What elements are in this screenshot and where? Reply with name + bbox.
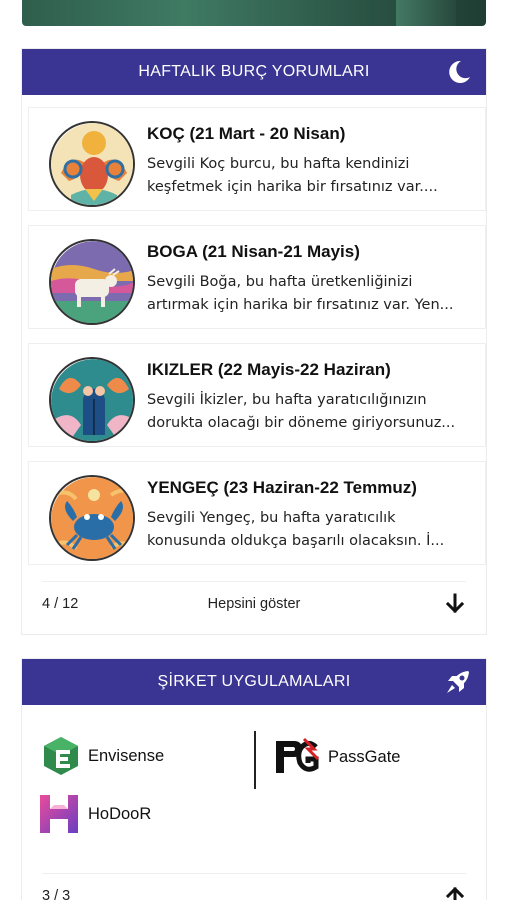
app-passgate[interactable]: PassGate bbox=[274, 737, 400, 777]
company-apps-panel-title: ŞİRKET UYGULAMALARI bbox=[157, 673, 351, 690]
hodoor-logo bbox=[40, 795, 78, 833]
horoscope-panel: HAFTALIK BURÇ YORUMLARI KOÇ (21 Mart - 2… bbox=[21, 48, 487, 635]
envisense-logo bbox=[44, 737, 78, 775]
horoscope-description-line1: Sevgili Boğa, bu hafta üretkenliğinizi bbox=[147, 274, 413, 290]
gemini-avatar bbox=[49, 357, 135, 443]
arrow-up-icon[interactable] bbox=[444, 884, 466, 900]
horoscope-title: YENGEÇ (23 Haziran-22 Temmuz) bbox=[147, 478, 417, 497]
horoscope-pager: 4 / 12 Hepsini göster bbox=[42, 581, 466, 625]
app-label: PassGate bbox=[328, 747, 401, 766]
taurus-avatar bbox=[49, 239, 135, 325]
horoscope-description-line2: artırmak için harika bir fırsatınız var.… bbox=[147, 297, 454, 313]
horoscope-description-line1: Sevgili İkizler, bu hafta yaratıcılığını… bbox=[147, 392, 427, 408]
horoscope-description-line2: dorukta olacağı bir döneme giriyorsunuz.… bbox=[147, 415, 456, 431]
horoscope-title: IKIZLER (22 Mayis-22 Haziran) bbox=[147, 360, 391, 379]
show-all-link[interactable]: Hepsini göster bbox=[42, 596, 466, 612]
horoscope-card-ikizler[interactable]: IKIZLER (22 Mayis-22 Haziran) Sevgili İk… bbox=[28, 343, 486, 447]
horoscope-description-line1: Sevgili Yengeç, bu hafta yaratıcılık bbox=[147, 510, 396, 526]
rocket-icon bbox=[447, 671, 469, 693]
app-hodoor[interactable]: HoDooR bbox=[36, 791, 151, 837]
page-count: 3 / 3 bbox=[42, 887, 71, 900]
moon-icon bbox=[449, 60, 470, 83]
horoscope-description: Sevgili Koç burcu, bu hafta kendinizi ke… bbox=[147, 153, 477, 199]
horoscope-description-line1: Sevgili Koç burcu, bu hafta kendinizi bbox=[147, 156, 410, 172]
horoscope-description-line2: keşfetmek için harika bir fırsatınız var… bbox=[147, 179, 438, 195]
horoscope-description-line2: konusunda oldukça başarılı olacaksın. İ.… bbox=[147, 533, 445, 549]
apps-pager: 3 / 3 bbox=[42, 873, 466, 900]
horoscope-description: Sevgili İkizler, bu hafta yaratıcılığını… bbox=[147, 389, 477, 435]
divider bbox=[254, 731, 256, 789]
company-apps-panel: ŞİRKET UYGULAMALARI Envisense PassGate H… bbox=[21, 658, 487, 900]
top-banner-image bbox=[22, 0, 486, 26]
app-label: HoDooR bbox=[88, 804, 152, 823]
aries-avatar bbox=[49, 121, 135, 207]
horoscope-panel-header: HAFTALIK BURÇ YORUMLARI bbox=[22, 49, 486, 95]
horoscope-panel-title: HAFTALIK BURÇ YORUMLARI bbox=[138, 63, 370, 80]
company-apps-panel-header: ŞİRKET UYGULAMALARI bbox=[22, 659, 486, 705]
horoscope-description: Sevgili Yengeç, bu hafta yaratıcılık kon… bbox=[147, 507, 477, 553]
passgate-logo bbox=[276, 737, 320, 773]
cancer-avatar bbox=[49, 475, 135, 561]
horoscope-title: BOGA (21 Nisan-21 Mayis) bbox=[147, 242, 360, 261]
app-envisense[interactable]: Envisense bbox=[40, 735, 164, 777]
horoscope-card-boga[interactable]: BOGA (21 Nisan-21 Mayis) Sevgili Boğa, b… bbox=[28, 225, 486, 329]
horoscope-card-yengec[interactable]: YENGEÇ (23 Haziran-22 Temmuz) Sevgili Ye… bbox=[28, 461, 486, 565]
horoscope-description: Sevgili Boğa, bu hafta üretkenliğinizi a… bbox=[147, 271, 477, 317]
horoscope-title: KOÇ (21 Mart - 20 Nisan) bbox=[147, 124, 346, 143]
horoscope-card-koc[interactable]: KOÇ (21 Mart - 20 Nisan) Sevgili Koç bur… bbox=[28, 107, 486, 211]
arrow-down-icon[interactable] bbox=[444, 592, 466, 616]
app-label: Envisense bbox=[88, 746, 165, 765]
